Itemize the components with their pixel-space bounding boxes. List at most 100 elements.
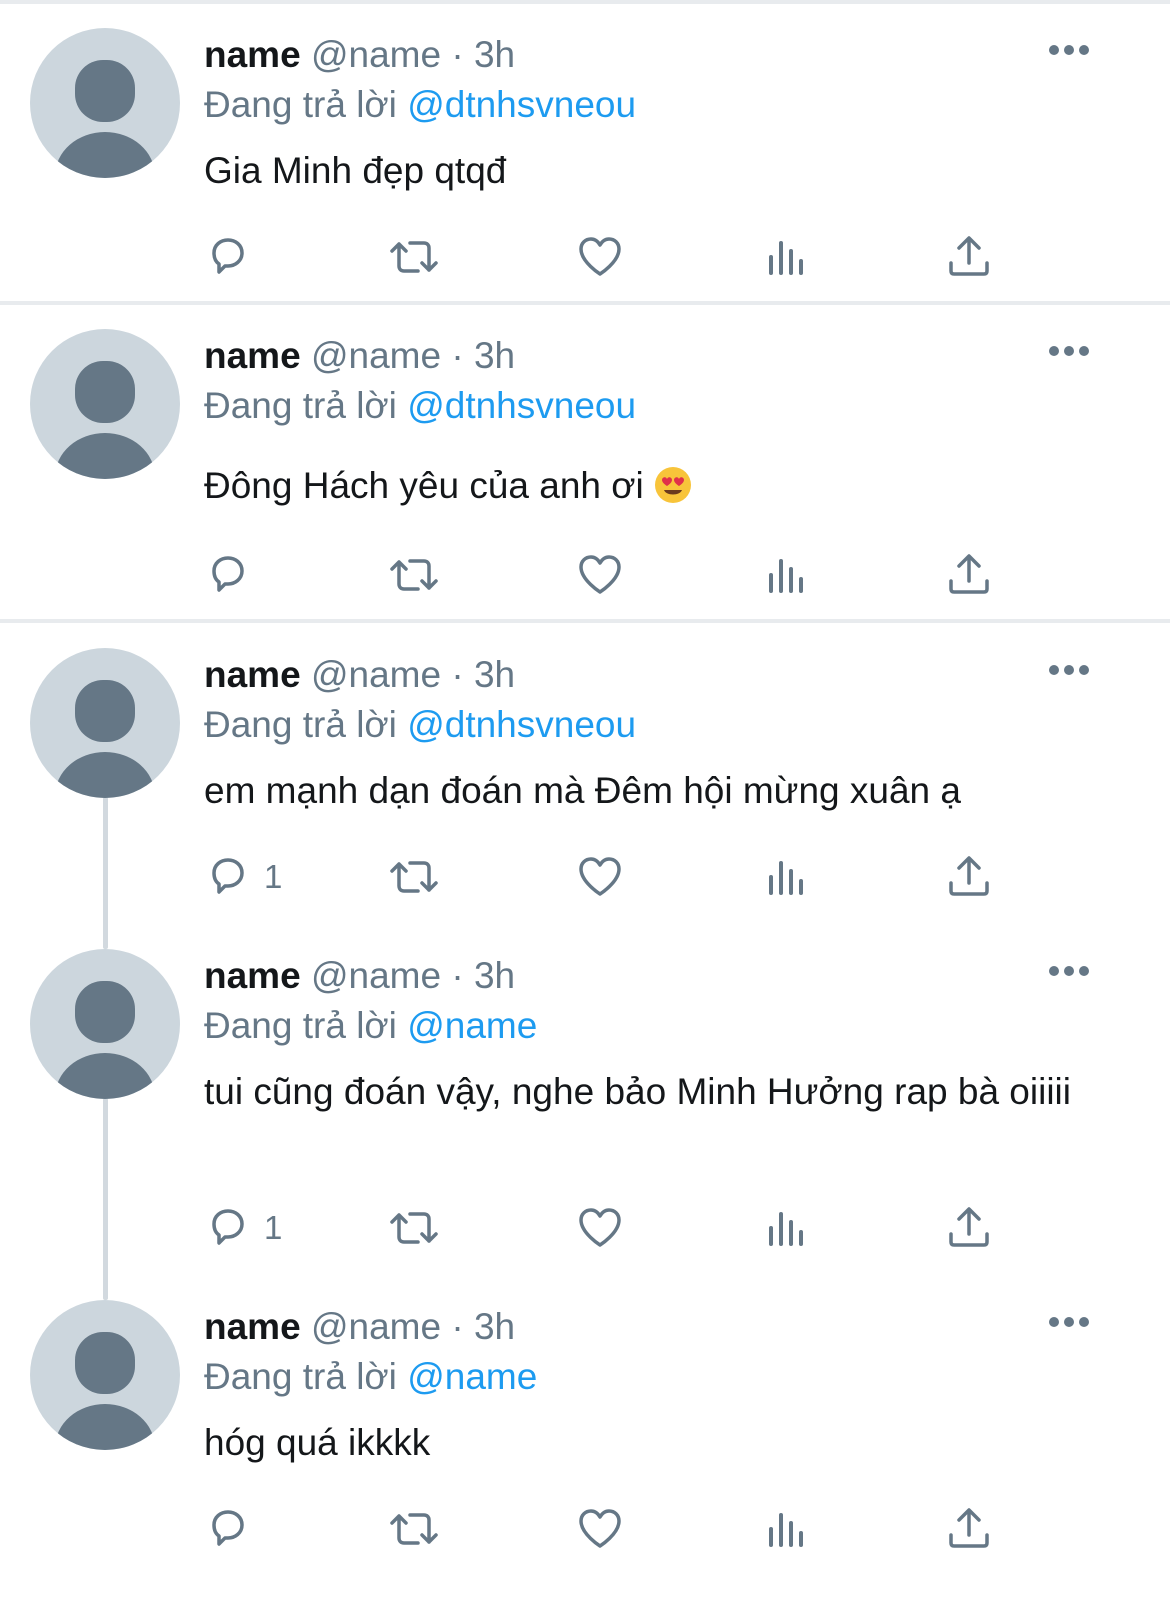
timestamp[interactable]: 3h [474,335,515,376]
like-button[interactable] [576,1504,624,1554]
tweet-text: hóg quá ikkkk [204,1422,431,1463]
views-bar-chart-icon [769,1212,803,1246]
views-button[interactable] [766,852,806,902]
user-handle[interactable]: @name [311,955,441,996]
replying-to: Đang trả lời @dtnhsvneou [204,383,636,429]
tweet-header: name @name · 3h [204,333,515,379]
like-button[interactable] [576,852,624,902]
separator-dot: · [451,955,464,996]
share-upload-icon [949,856,989,896]
share-button[interactable] [946,232,992,282]
tweet-header: name @name · 3h [204,1304,515,1350]
retweet-icon [390,1513,438,1545]
separator-dot: · [451,654,464,695]
tweet-text: Đông Hách yêu của anh ơi [204,465,644,506]
replying-to-label: Đang trả lời [204,1005,397,1046]
more-horizontal-icon[interactable] [1048,345,1090,357]
retweet-icon [390,559,438,591]
views-bar-chart-icon [769,241,803,275]
tweet-card[interactable]: name @name · 3h Đang trả lời @dtnhsvneou… [0,0,1170,300]
reply-bubble-icon [212,858,244,894]
tweet-actions: 1 [204,1203,1004,1253]
user-handle[interactable]: @name [311,1306,441,1347]
more-horizontal-icon[interactable] [1048,965,1090,977]
retweet-icon [390,861,438,893]
retweet-button[interactable] [386,852,442,902]
heart-icon [579,857,621,896]
share-button[interactable] [946,1504,992,1554]
reply-mention-link[interactable]: @name [407,1005,537,1046]
timestamp[interactable]: 3h [474,654,515,695]
avatar[interactable] [30,648,180,798]
share-button[interactable] [946,550,992,600]
reply-button[interactable]: 1 [204,852,282,902]
views-button[interactable] [766,1203,806,1253]
views-bar-chart-icon [769,1513,803,1547]
reply-button[interactable] [204,550,264,600]
views-button[interactable] [766,550,806,600]
default-profile-icon [55,361,155,479]
separator-dot: · [451,1306,464,1347]
avatar[interactable] [30,329,180,479]
tweet-card[interactable]: name @name · 3h Đang trả lời @dtnhsvneou… [0,620,1170,920]
views-button[interactable] [766,1504,806,1554]
tweet-text: tui cũng đoán vậy, nghe bảo Minh Hưởng r… [204,1071,1071,1112]
replying-to: Đang trả lời @name [204,1354,537,1400]
separator-dot: · [451,34,464,75]
tweet-text: em mạnh dạn đoán mà Đêm hội mừng xuân ạ [204,770,961,811]
timestamp[interactable]: 3h [474,34,515,75]
replying-to-label: Đang trả lời [204,1356,397,1397]
retweet-button[interactable] [386,1203,442,1253]
default-profile-icon [55,680,155,798]
display-name[interactable]: name [204,955,301,996]
tweet-header: name @name · 3h [204,32,515,78]
display-name[interactable]: name [204,335,301,376]
user-handle[interactable]: @name [311,34,441,75]
reply-mention-link[interactable]: @dtnhsvneou [407,84,636,125]
tweet-card[interactable]: name @name · 3h Đang trả lời @name hóg q… [0,1272,1170,1624]
like-button[interactable] [576,550,624,600]
reply-button[interactable] [204,232,264,282]
reply-mention-link[interactable]: @dtnhsvneou [407,704,636,745]
tweet-card[interactable]: name @name · 3h Đang trả lời @name tui c… [0,921,1170,1271]
replying-to-label: Đang trả lời [204,84,397,125]
reply-mention-link[interactable]: @name [407,1356,537,1397]
avatar[interactable] [30,28,180,178]
user-handle[interactable]: @name [311,654,441,695]
share-button[interactable] [946,1203,992,1253]
retweet-button[interactable] [386,232,442,282]
timestamp[interactable]: 3h [474,1306,515,1347]
more-horizontal-icon[interactable] [1048,664,1090,676]
avatar[interactable] [30,1300,180,1450]
reply-bubble-icon [212,238,244,274]
tweet-header: name @name · 3h [204,953,515,999]
like-button[interactable] [576,232,624,282]
heart-icon [579,555,621,594]
retweet-button[interactable] [386,550,442,600]
user-handle[interactable]: @name [311,335,441,376]
share-button[interactable] [946,852,992,902]
reply-bubble-icon [212,556,244,592]
display-name[interactable]: name [204,1306,301,1347]
avatar[interactable] [30,949,180,1099]
display-name[interactable]: name [204,34,301,75]
views-button[interactable] [766,232,806,282]
replying-to: Đang trả lời @name [204,1003,537,1049]
more-horizontal-icon[interactable] [1048,1316,1090,1328]
reply-bubble-icon [212,1510,244,1546]
timestamp[interactable]: 3h [474,955,515,996]
views-bar-chart-icon [769,559,803,593]
like-button[interactable] [576,1203,624,1253]
more-horizontal-icon[interactable] [1048,44,1090,56]
tweet-header: name @name · 3h [204,652,515,698]
reply-mention-link[interactable]: @dtnhsvneou [407,385,636,426]
reply-button[interactable] [204,1504,264,1554]
display-name[interactable]: name [204,654,301,695]
reply-button[interactable]: 1 [204,1203,282,1253]
heart-icon [579,1509,621,1548]
retweet-button[interactable] [386,1504,442,1554]
tweet-card[interactable]: name @name · 3h Đang trả lời @dtnhsvneou… [0,301,1170,619]
share-upload-icon [949,1207,989,1247]
views-bar-chart-icon [769,861,803,895]
tweet-actions [204,232,1004,282]
